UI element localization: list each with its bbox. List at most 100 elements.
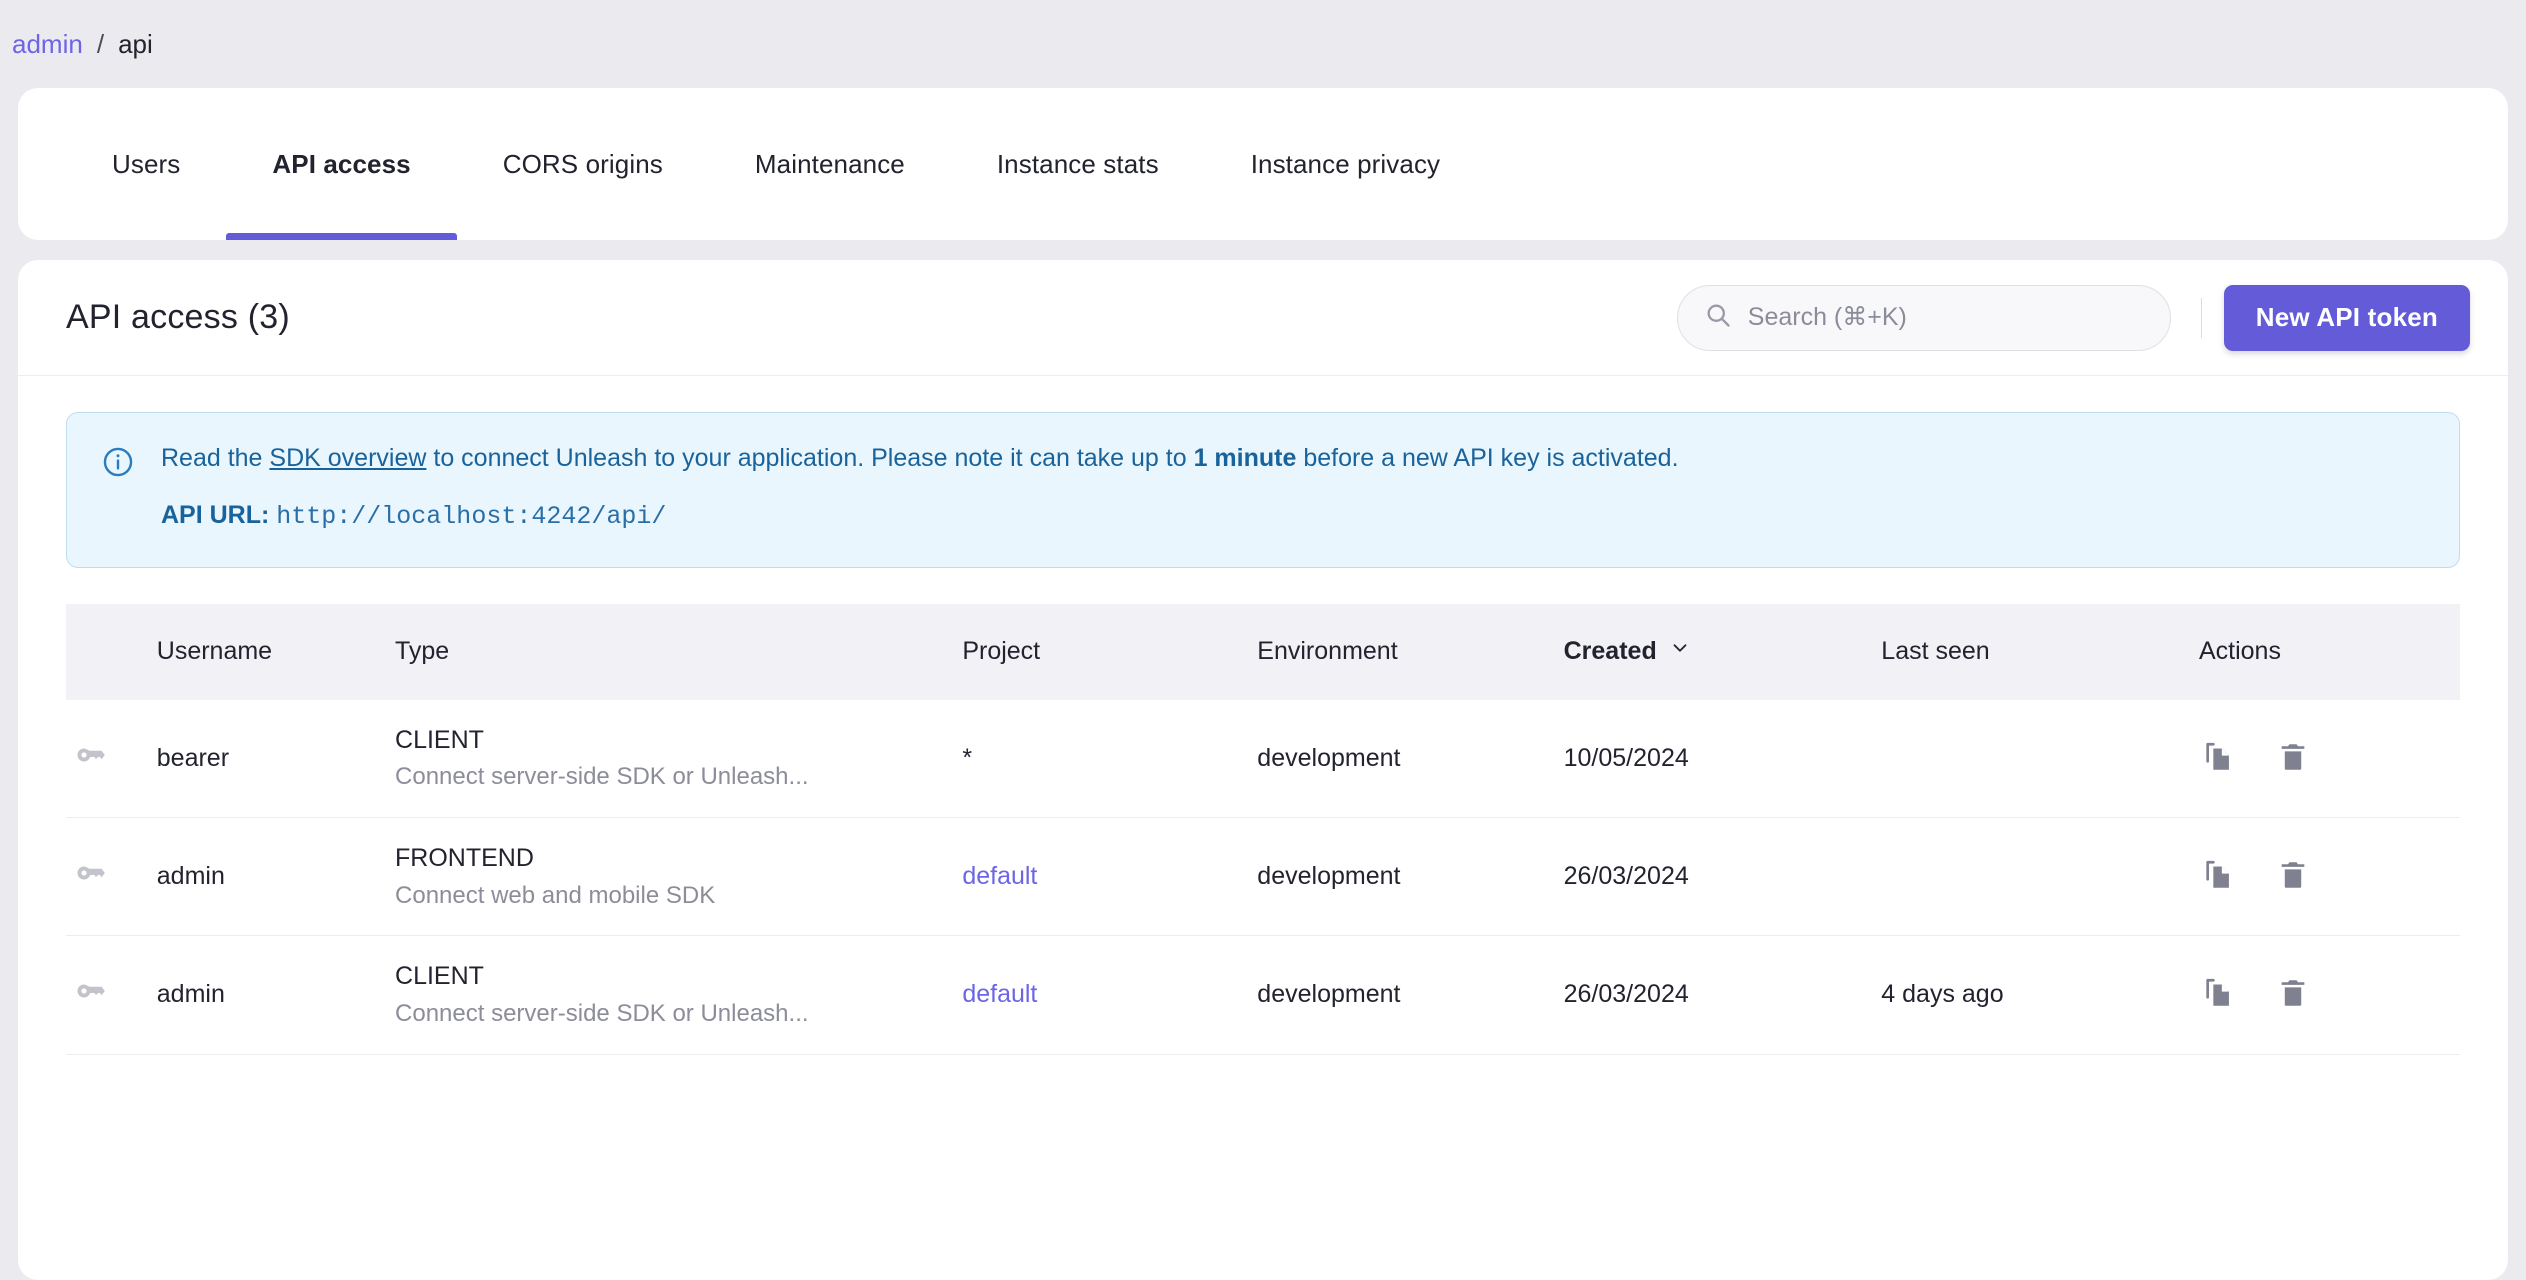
sdk-overview-link[interactable]: SDK overview [269, 444, 426, 472]
tab-maintenance[interactable]: Maintenance [709, 88, 951, 240]
breadcrumb-separator: / [96, 28, 105, 59]
row-environment: development [1257, 699, 1564, 818]
key-icon [72, 866, 112, 899]
tab-api-access[interactable]: API access [226, 88, 458, 240]
column-header-key-icon [66, 604, 157, 700]
row-project-value: * [962, 743, 973, 772]
api-tokens-table: Username Type Project Environment Create… [66, 603, 2460, 1055]
row-username: admin [156, 935, 396, 1055]
banner-bold-duration: 1 minute [1193, 444, 1297, 472]
api-url-row: API URL: http://localhost:4242/api/ [161, 500, 1679, 532]
copy-token-button[interactable] [2199, 975, 2239, 1015]
key-icon [72, 984, 112, 1017]
banner-text-after: to connect Unleash to your application. … [426, 444, 1194, 472]
row-environment: development [1257, 817, 1564, 937]
tab-users-label: Users [112, 148, 181, 179]
info-circle-icon [101, 443, 135, 533]
copy-token-button[interactable] [2199, 738, 2239, 778]
tab-api-access-label: API access [272, 148, 411, 179]
tab-users[interactable]: Users [66, 88, 226, 240]
tab-instance-stats[interactable]: Instance stats [951, 88, 1205, 240]
delete-token-button[interactable] [2273, 975, 2313, 1015]
trash-icon [2276, 740, 2310, 777]
column-header-last-seen[interactable]: Last seen [1881, 604, 2199, 700]
tab-instance-privacy-label: Instance privacy [1250, 148, 1441, 179]
info-banner-wrap: Read the SDK overview to connect Unleash… [18, 376, 2508, 568]
column-header-created[interactable]: Created [1564, 604, 1882, 700]
row-key-icon-cell [66, 935, 157, 1055]
chevron-down-icon [1669, 637, 1691, 666]
copy-icon [2202, 858, 2236, 895]
row-type-name: FRONTEND [395, 843, 534, 872]
copy-token-button[interactable] [2199, 857, 2239, 897]
column-header-environment[interactable]: Environment [1257, 604, 1563, 700]
api-tokens-table-wrap: Username Type Project Environment Create… [18, 568, 2508, 1055]
delete-token-button[interactable] [2273, 738, 2313, 778]
delete-token-button[interactable] [2273, 857, 2313, 897]
tab-instance-privacy[interactable]: Instance privacy [1205, 88, 1486, 240]
row-created: 26/03/2024 [1563, 817, 1882, 937]
breadcrumb: admin / api [0, 0, 2526, 88]
tab-instance-stats-label: Instance stats [996, 148, 1159, 179]
search-input[interactable] [1747, 303, 2144, 332]
row-type-description: Connect server-side SDK or Unleash... [395, 999, 809, 1027]
row-key-icon-cell [66, 817, 157, 937]
key-icon [72, 748, 112, 781]
tab-cors-origins[interactable]: CORS origins [457, 88, 709, 240]
row-type-cell: CLIENT Connect server-side SDK or Unleas… [395, 935, 963, 1055]
tab-cors-origins-label: CORS origins [502, 148, 663, 179]
info-banner: Read the SDK overview to connect Unleash… [66, 412, 2460, 568]
tab-bar: Users API access CORS origins Maintenanc… [18, 88, 2508, 240]
row-username: admin [156, 817, 396, 937]
panel-header-actions: New API token [1676, 284, 2470, 351]
row-created: 26/03/2024 [1563, 935, 1882, 1055]
table-header: Username Type Project Environment Create… [66, 603, 2460, 700]
tab-maintenance-label: Maintenance [754, 148, 905, 179]
row-project-cell: * [962, 699, 1258, 818]
column-header-actions: Actions [2198, 637, 2281, 665]
copy-icon [2202, 976, 2236, 1013]
new-api-token-button[interactable]: New API token [2223, 284, 2470, 351]
info-banner-message: Read the SDK overview to connect Unleash… [161, 443, 1679, 474]
trash-icon [2276, 858, 2310, 895]
column-header-type[interactable]: Type [395, 604, 962, 700]
banner-text-end: before a new API key is activated. [1296, 444, 1679, 472]
search-box[interactable] [1676, 284, 2171, 351]
row-type-cell: FRONTEND Connect web and mobile SDK [395, 817, 963, 937]
table-row[interactable]: admin FRONTEND Connect web and mobile SD… [66, 817, 2460, 937]
banner-text-before: Read the [161, 444, 270, 472]
table-row[interactable]: bearer CLIENT Connect server-side SDK or… [66, 699, 2460, 818]
row-last-seen [1881, 817, 2199, 937]
trash-icon [2276, 976, 2310, 1013]
column-header-project[interactable]: Project [962, 604, 1257, 700]
row-type-name: CLIENT [395, 962, 484, 991]
row-environment: development [1257, 935, 1564, 1055]
api-url-label: API URL [161, 501, 261, 530]
api-access-panel: API access (3) New API token [18, 260, 2508, 1280]
row-actions-cell [2198, 817, 2460, 937]
row-actions-cell [2198, 699, 2460, 818]
row-project-link[interactable]: default [962, 862, 1037, 890]
table-header-row: Username Type Project Environment Create… [66, 603, 2460, 700]
api-url-value: http://localhost:4242/api/ [276, 502, 667, 532]
row-username: bearer [156, 699, 396, 818]
row-project-cell: default [962, 935, 1258, 1055]
column-header-username[interactable]: Username [157, 604, 395, 700]
row-type-name: CLIENT [395, 725, 484, 754]
row-project-cell: default [962, 817, 1258, 937]
table-row[interactable]: admin CLIENT Connect server-side SDK or … [66, 935, 2460, 1055]
info-banner-body: Read the SDK overview to connect Unleash… [161, 443, 1679, 533]
row-project-link[interactable]: default [962, 980, 1037, 1008]
column-header-created-label: Created [1563, 637, 1657, 665]
table-body: bearer CLIENT Connect server-side SDK or… [66, 699, 2460, 1055]
api-url-separator: : [261, 501, 277, 530]
page-title: API access (3) [66, 298, 290, 336]
copy-icon [2202, 740, 2236, 777]
breadcrumb-current-api: api [118, 28, 153, 59]
created-sort-control[interactable]: Created [1564, 637, 1691, 666]
row-created: 10/05/2024 [1563, 699, 1882, 818]
row-type-description: Connect web and mobile SDK [395, 881, 716, 909]
breadcrumb-link-admin[interactable]: admin [12, 29, 83, 60]
search-icon [1704, 301, 1732, 334]
row-key-icon-cell [66, 699, 157, 818]
